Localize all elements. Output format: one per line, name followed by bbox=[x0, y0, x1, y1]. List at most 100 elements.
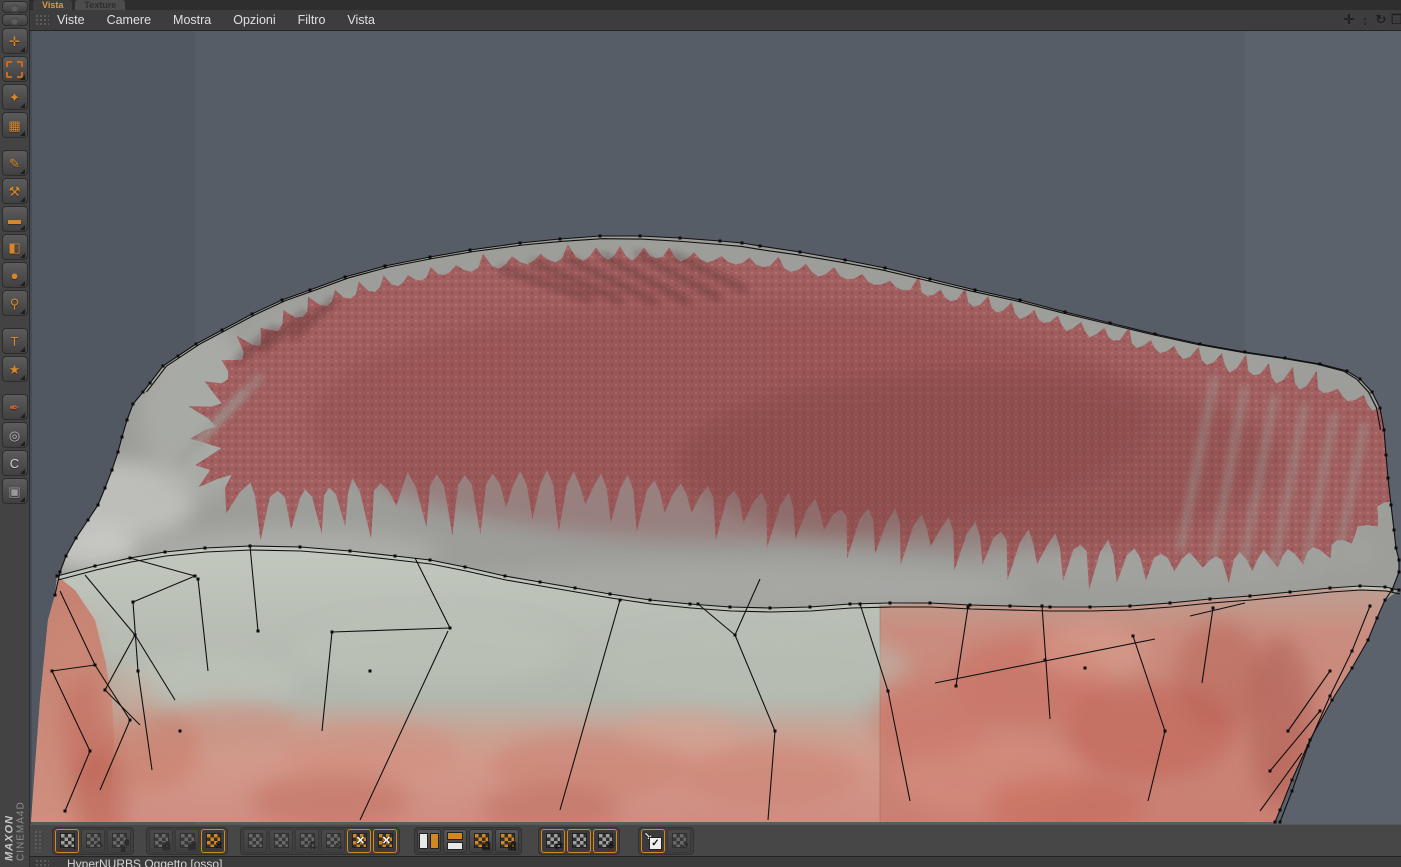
tab-vista[interactable]: Vista bbox=[33, 0, 73, 10]
marquee-select-tool[interactable] bbox=[1, 56, 28, 82]
fill-drop-tool[interactable]: ● bbox=[1, 262, 28, 288]
flyout-corner bbox=[19, 281, 25, 286]
star-tool[interactable]: ★ bbox=[1, 356, 28, 382]
relax-uv-button-glyph: ◠ bbox=[94, 840, 103, 852]
rotate-view-icon[interactable]: ↻ bbox=[1373, 12, 1389, 28]
color-swatch-tool[interactable]: C bbox=[1, 450, 28, 476]
tab-texture[interactable]: Texture bbox=[75, 0, 126, 10]
cage-tool[interactable]: ▦ bbox=[1, 112, 28, 138]
zoom-view-icon[interactable]: ↕ bbox=[1357, 13, 1373, 28]
history-b-icon[interactable]: ◉ bbox=[1, 14, 28, 27]
split-vertical-button[interactable] bbox=[417, 828, 441, 853]
shrink-uv-button[interactable]: ↘ bbox=[321, 828, 345, 853]
swap-uv-button-glyph: ↗ bbox=[680, 840, 689, 852]
align-u-button[interactable]: → bbox=[243, 828, 267, 853]
align-v-button-glyph: → bbox=[281, 840, 291, 852]
move-tool-glyph: ✛ bbox=[9, 33, 20, 49]
flyout-corner bbox=[19, 497, 25, 502]
menu-mostra[interactable]: Mostra bbox=[173, 13, 211, 27]
stretch-uv-button-glyph: ⇅ bbox=[308, 840, 317, 852]
magnify-tool[interactable]: ⚲ bbox=[1, 290, 28, 316]
screen-tool-glyph: ▣ bbox=[8, 483, 21, 499]
flyout-corner bbox=[19, 197, 25, 202]
pan-view-icon[interactable]: ✛ bbox=[1341, 12, 1357, 28]
split-icon bbox=[447, 831, 463, 850]
clear-uv-button[interactable]: ✕ bbox=[201, 828, 225, 853]
stretch-uv-button[interactable]: ⇅ bbox=[295, 828, 319, 853]
maximize-u-button[interactable]: ✕ bbox=[347, 828, 371, 853]
color-swatch-tool-glyph: C bbox=[9, 455, 20, 471]
move-tool[interactable]: ✛ bbox=[1, 28, 28, 54]
confirm-uv-button[interactable]: ↘✓ bbox=[641, 828, 665, 853]
flyout-corner bbox=[19, 75, 25, 80]
status-bar: HyperNURBS Oggetto [osso] bbox=[30, 856, 1401, 867]
flyout-corner bbox=[19, 131, 25, 136]
history-a-icon[interactable]: ◉ bbox=[1, 0, 28, 15]
zoom-image-tool-glyph: ◎ bbox=[8, 427, 21, 443]
viewport-3d[interactable] bbox=[30, 31, 1401, 824]
viewport-menubar: Viste Camere Mostra Opzioni Filtro Vista ✛ ↕ ↻ ❐ bbox=[30, 10, 1401, 31]
menu-opzioni[interactable]: Opzioni bbox=[233, 13, 275, 27]
maximize-v-button-glyph: ✕ bbox=[381, 834, 391, 847]
maximize-u-button-glyph: ✕ bbox=[355, 834, 365, 847]
menubar-grip[interactable] bbox=[35, 14, 49, 26]
flyout-corner bbox=[19, 347, 25, 352]
split-icon bbox=[419, 832, 439, 849]
flyout-corner bbox=[19, 441, 25, 446]
text-tool[interactable]: T bbox=[1, 328, 28, 354]
relax-uv-button[interactable]: ◠ bbox=[81, 828, 105, 853]
menu-viste[interactable]: Viste bbox=[57, 13, 85, 27]
flyout-corner bbox=[19, 309, 25, 314]
scale-uv-button[interactable]: ✳ bbox=[593, 828, 617, 853]
stack-v-button-glyph: ▥ bbox=[507, 840, 517, 852]
stamp-tool[interactable]: ⚒ bbox=[1, 178, 28, 204]
bottom-toolbar-group-3: → → ⇅ ↘ ✕ ✕ bbox=[240, 826, 400, 855]
viewport-nav-icons: ✛ ↕ ↻ ❐ bbox=[1341, 12, 1401, 28]
rotate-uv-button[interactable]: ◌ bbox=[567, 828, 591, 853]
optimal-unwrap-button-glyph: ▞ bbox=[121, 840, 129, 852]
branding-logo: CINEMA4D MAXON bbox=[1, 775, 29, 861]
scale-uv-button-glyph: ✳ bbox=[606, 840, 615, 852]
flyout-corner bbox=[19, 469, 25, 474]
frame-uv-button[interactable]: ▣ bbox=[175, 828, 199, 853]
stamp-tool-glyph: ⚒ bbox=[8, 183, 21, 199]
menu-vista[interactable]: Vista bbox=[347, 13, 375, 27]
fill-drop-tool-glyph: ● bbox=[10, 267, 19, 283]
maximize-v-button[interactable]: ✕ bbox=[373, 828, 397, 853]
eraser-tool-glyph: ▬ bbox=[8, 211, 21, 227]
flyout-corner bbox=[19, 169, 25, 174]
align-v-button[interactable]: → bbox=[269, 828, 293, 853]
left-toolbar: ◉ ◉ ✛ ✦ ▦ ✎ ⚒ ▬ ◧ ● ⚲ T ★ ✒ ◎ C ▣ bbox=[0, 0, 30, 867]
optimal-unwrap-button[interactable]: ▞ bbox=[107, 828, 131, 853]
gradient-tool[interactable]: ◧ bbox=[1, 234, 28, 260]
brush-tool-glyph: ✎ bbox=[9, 155, 20, 171]
brush-tool[interactable]: ✎ bbox=[1, 150, 28, 176]
history-a-icon-glyph: ◉ bbox=[8, 0, 21, 15]
eraser-tool[interactable]: ▬ bbox=[1, 206, 28, 232]
zoom-image-tool[interactable]: ◎ bbox=[1, 422, 28, 448]
toggle-layout-icon[interactable]: ❐ bbox=[1389, 12, 1401, 28]
star-tool-glyph: ★ bbox=[8, 361, 21, 377]
cinema4d-window: ◉ ◉ ✛ ✦ ▦ ✎ ⚒ ▬ ◧ ● ⚲ T ★ ✒ ◎ C ▣ Vista Texture Viste Came… bbox=[0, 0, 1401, 867]
split-horizontal-button[interactable] bbox=[443, 828, 467, 853]
move-uv-button[interactable]: ⇄ bbox=[541, 828, 565, 853]
viewport-tabbar: Vista Texture bbox=[30, 0, 1401, 10]
status-bar-grip[interactable] bbox=[35, 859, 49, 867]
magic-wand-tool[interactable]: ✦ bbox=[1, 84, 28, 110]
swap-uv-button[interactable]: ↗ bbox=[667, 828, 691, 853]
menu-filtro[interactable]: Filtro bbox=[298, 13, 326, 27]
align-u-button-glyph: → bbox=[255, 840, 265, 852]
menu-camere[interactable]: Camere bbox=[107, 13, 151, 27]
grid-uv-button[interactable]: ▦ bbox=[149, 828, 173, 853]
gradient-tool-glyph: ◧ bbox=[8, 239, 21, 255]
stack-v-button[interactable]: ▥ bbox=[495, 828, 519, 853]
bottom-toolbar-grip[interactable] bbox=[34, 829, 42, 852]
stack-u-button[interactable]: ▤ bbox=[469, 828, 493, 853]
bake-uv-button[interactable]: ↓ bbox=[55, 828, 79, 853]
stack-u-button-glyph: ▤ bbox=[481, 840, 491, 852]
flyout-corner bbox=[19, 47, 25, 52]
screen-tool[interactable]: ▣ bbox=[1, 478, 28, 504]
checkbox-icon: ✓ bbox=[649, 836, 662, 850]
status-text: HyperNURBS Oggetto [osso] bbox=[67, 857, 223, 867]
eyedropper-tool[interactable]: ✒ bbox=[1, 394, 28, 420]
